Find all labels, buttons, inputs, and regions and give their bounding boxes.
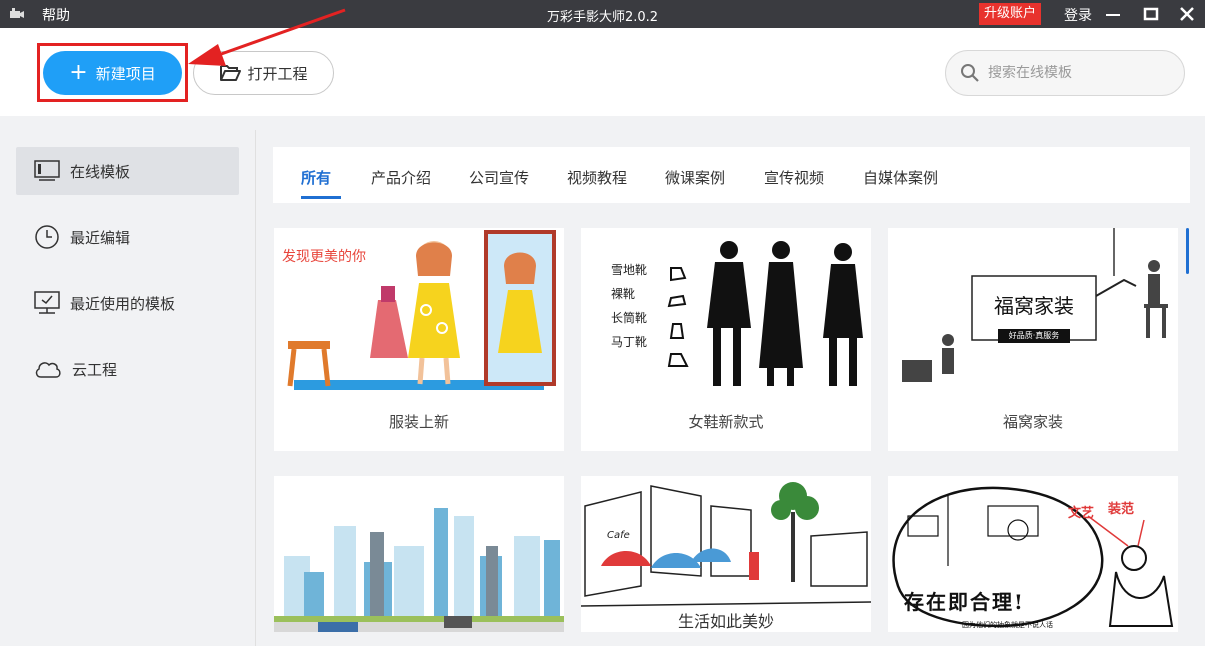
thumbnail-text: 因为他们的抽象就是不说人话 (962, 621, 1053, 629)
plus-icon: + (69, 60, 88, 85)
template-card[interactable]: 雪地靴 裸靴 长筒靴 马丁靴 女鞋新款式 (581, 228, 871, 451)
template-thumbnail: 存在即合理! 装范 文艺 因为他们的抽象就是不说人话 (888, 476, 1178, 632)
title-bar: 帮助 万彩手影大师2.0.2 升级账户 登录 (0, 0, 1205, 28)
sidebar-item-online-templates[interactable]: 在线模板 (16, 147, 239, 195)
thumbnail-text: 生活如此美妙 (677, 612, 774, 631)
template-caption: 福窝家装 (1002, 413, 1063, 431)
template-thumbnail: 发现更美的你 (274, 228, 564, 394)
tab-self-media[interactable]: 自媒体案例 (863, 167, 938, 188)
template-caption: 女鞋新款式 (688, 413, 764, 431)
template-card[interactable]: 存在即合理! 装范 文艺 因为他们的抽象就是不说人话 (888, 476, 1178, 632)
template-thumbnail: 雪地靴 裸靴 长筒靴 马丁靴 (581, 228, 871, 394)
tab-promo-video[interactable]: 宣传视频 (764, 167, 824, 188)
thumbnail-text: 发现更美的你 (282, 249, 366, 265)
template-thumbnail: 福窝家装 好品质·真服务 (888, 228, 1178, 394)
maximize-icon[interactable] (1141, 4, 1161, 24)
tab-micro-course[interactable]: 微课案例 (665, 167, 725, 188)
thumbnail-text-list: 雪地靴 裸靴 长筒靴 马丁靴 (611, 258, 647, 354)
sidebar: 在线模板 最近编辑 最近使用的模板 云工程 (0, 130, 256, 646)
template-thumbnail: Cafe 生活如此美妙 (581, 476, 871, 632)
active-tab-indicator (301, 196, 341, 199)
template-card[interactable]: 发现更美的你 服装上新 (274, 228, 564, 451)
cloud-icon (35, 362, 61, 378)
sidebar-item-cloud-projects[interactable]: 云工程 (16, 345, 239, 393)
tab-company-promo[interactable]: 公司宣传 (469, 167, 529, 188)
login-button[interactable]: 登录 (1064, 5, 1092, 25)
folder-open-icon (220, 65, 242, 81)
thumbnail-text: 文艺 (1068, 506, 1095, 521)
tab-product-intro[interactable]: 产品介绍 (371, 167, 431, 188)
sidebar-item-label: 云工程 (72, 360, 118, 379)
clock-icon (35, 225, 59, 249)
search-icon (961, 64, 979, 82)
template-icon (34, 291, 60, 314)
open-project-button[interactable]: 打开工程 (193, 51, 334, 95)
template-card[interactable] (274, 476, 564, 632)
thumbnail-text: Cafe (607, 530, 630, 541)
new-project-button[interactable]: + 新建项目 (43, 51, 182, 95)
thumbnail-text: 装范 (1108, 502, 1135, 517)
sidebar-item-label: 最近编辑 (70, 228, 131, 247)
app-camera-icon (10, 8, 24, 18)
gallery-scrollbar[interactable] (1186, 228, 1189, 274)
template-thumbnail (274, 476, 564, 632)
monitor-icon (34, 160, 60, 181)
template-card[interactable]: 福窝家装 好品质·真服务 福窝家装 (888, 228, 1178, 451)
upgrade-account-button[interactable]: 升级账户 (979, 3, 1042, 25)
search-input[interactable] (988, 65, 1158, 81)
open-project-label: 打开工程 (247, 64, 308, 83)
thumbnail-text: 马丁靴 (611, 335, 648, 349)
sidebar-item-label: 在线模板 (70, 162, 131, 181)
help-menu[interactable]: 帮助 (42, 5, 70, 25)
thumbnail-text: 裸靴 (611, 287, 636, 301)
thumbnail-text: 好品质·真服务 (998, 329, 1070, 343)
sidebar-item-recent-edits[interactable]: 最近编辑 (16, 213, 239, 261)
search-box[interactable] (945, 50, 1185, 96)
template-card[interactable]: Cafe 生活如此美妙 (581, 476, 871, 632)
category-tabs: 所有 产品介绍 公司宣传 视频教程 微课案例 宣传视频 自媒体案例 (273, 147, 1190, 203)
sidebar-item-label: 最近使用的模板 (70, 294, 176, 313)
thumbnail-text: 存在即合理! (904, 590, 1025, 614)
new-project-label: 新建项目 (95, 64, 156, 83)
minimize-icon[interactable] (1103, 4, 1123, 24)
close-icon[interactable] (1177, 4, 1197, 24)
toolbar: + 新建项目 打开工程 (0, 28, 1205, 116)
thumbnail-text: 长筒靴 (611, 311, 648, 325)
thumbnail-text: 福窝家装 (994, 294, 1074, 318)
template-caption: 服装上新 (388, 413, 449, 431)
tab-video-tutorial[interactable]: 视频教程 (567, 167, 627, 188)
sidebar-item-recent-templates[interactable]: 最近使用的模板 (16, 279, 239, 327)
tab-all[interactable]: 所有 (301, 167, 331, 188)
thumbnail-text: 雪地靴 (611, 263, 648, 277)
